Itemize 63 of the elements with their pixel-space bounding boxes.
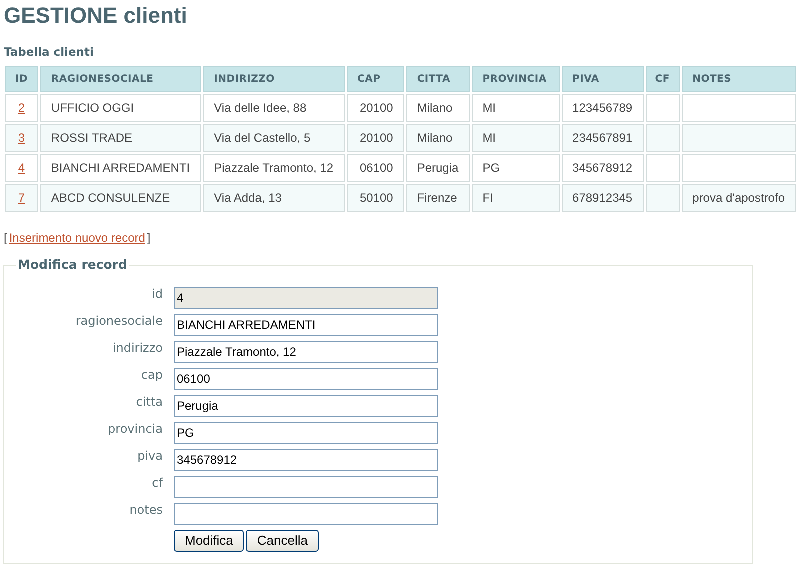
table-cell: 234567891 (572, 131, 633, 145)
text-field[interactable]: Perugia (174, 394, 438, 417)
table-caption: Tabella clienti (4, 44, 94, 61)
table-cell: Via delle Idee, 88 (214, 101, 307, 115)
table-cell: ROSSI TRADE (51, 131, 133, 145)
table-cell: 678912345 (572, 191, 633, 205)
record-link[interactable]: 3 (18, 131, 26, 145)
field-label: provincia (107, 422, 163, 436)
column-header: PROVINCIA (472, 66, 560, 92)
form-button[interactable]: Modifica (174, 530, 244, 552)
table-cell: 50100 (360, 191, 394, 205)
form-button[interactable]: Cancella (246, 530, 320, 552)
text-field[interactable]: BIANCHI ARREDAMENTI (174, 314, 438, 336)
text-field[interactable]: Piazzale Tramonto, 12 (174, 340, 438, 363)
field-label: id (151, 286, 163, 301)
table-cell: MI (482, 131, 496, 145)
table-cell: Milano (417, 101, 453, 115)
new-record-link[interactable]: Inserimento nuovo record (9, 229, 146, 247)
column-header: INDIRIZZO (203, 66, 345, 92)
text-field[interactable] (174, 476, 438, 498)
table-cell: 345678912 (572, 161, 633, 175)
table-cell: Piazzale Tramonto, 12 (214, 161, 334, 175)
column-header: RAGIONESOCIALE (40, 66, 202, 92)
field-label: indirizzo (112, 340, 163, 355)
form-legend: Modifica record (16, 256, 130, 275)
column-header: ID (5, 66, 38, 92)
field-label: piva (136, 448, 163, 463)
record-link[interactable]: 7 (18, 191, 26, 205)
table-cell: BIANCHI ARREDAMENTI (51, 161, 190, 175)
table-cell: 123456789 (572, 101, 633, 115)
column-header: CITTA (406, 66, 470, 92)
table-cell: Via Adda, 13 (214, 191, 282, 205)
bracket-text: ] (147, 230, 151, 247)
table-cell: PG (482, 161, 500, 175)
field-label: notes (128, 502, 163, 517)
table-cell: 20100 (360, 101, 394, 115)
field-label: citta (135, 394, 163, 409)
table-cell: 06100 (360, 161, 394, 175)
page-title: GESTIONE clienti (4, 2, 188, 30)
table-cell: MI (482, 101, 496, 115)
table-cell: Perugia (417, 161, 459, 175)
bracket-text: [ (4, 230, 8, 247)
record-link[interactable]: 4 (18, 161, 26, 175)
table-cell: UFFICIO OGGI (51, 101, 134, 115)
column-header: CF (646, 66, 680, 92)
table-cell: ABCD CONSULENZE (51, 191, 170, 205)
text-field[interactable]: 345678912 (174, 448, 438, 471)
column-header: PIVA (562, 66, 644, 92)
table-cell: Milano (417, 131, 453, 145)
text-field[interactable] (174, 502, 438, 525)
table-cell: Firenze (417, 191, 458, 205)
table-cell: FI (482, 191, 494, 205)
table-cell: prova d'apostrofo (692, 191, 785, 205)
text-field[interactable]: 06100 (174, 368, 438, 390)
field-label: cf (151, 476, 163, 490)
field-label: cap (140, 368, 163, 382)
field-label: ragionesociale (74, 314, 163, 328)
text-field[interactable]: PG (174, 422, 438, 444)
table-cell: 20100 (360, 131, 394, 145)
table-cell: Via del Castello, 5 (214, 131, 311, 145)
record-link[interactable]: 2 (18, 101, 26, 115)
column-header: NOTES (682, 66, 796, 92)
column-header: CAP (346, 66, 404, 92)
